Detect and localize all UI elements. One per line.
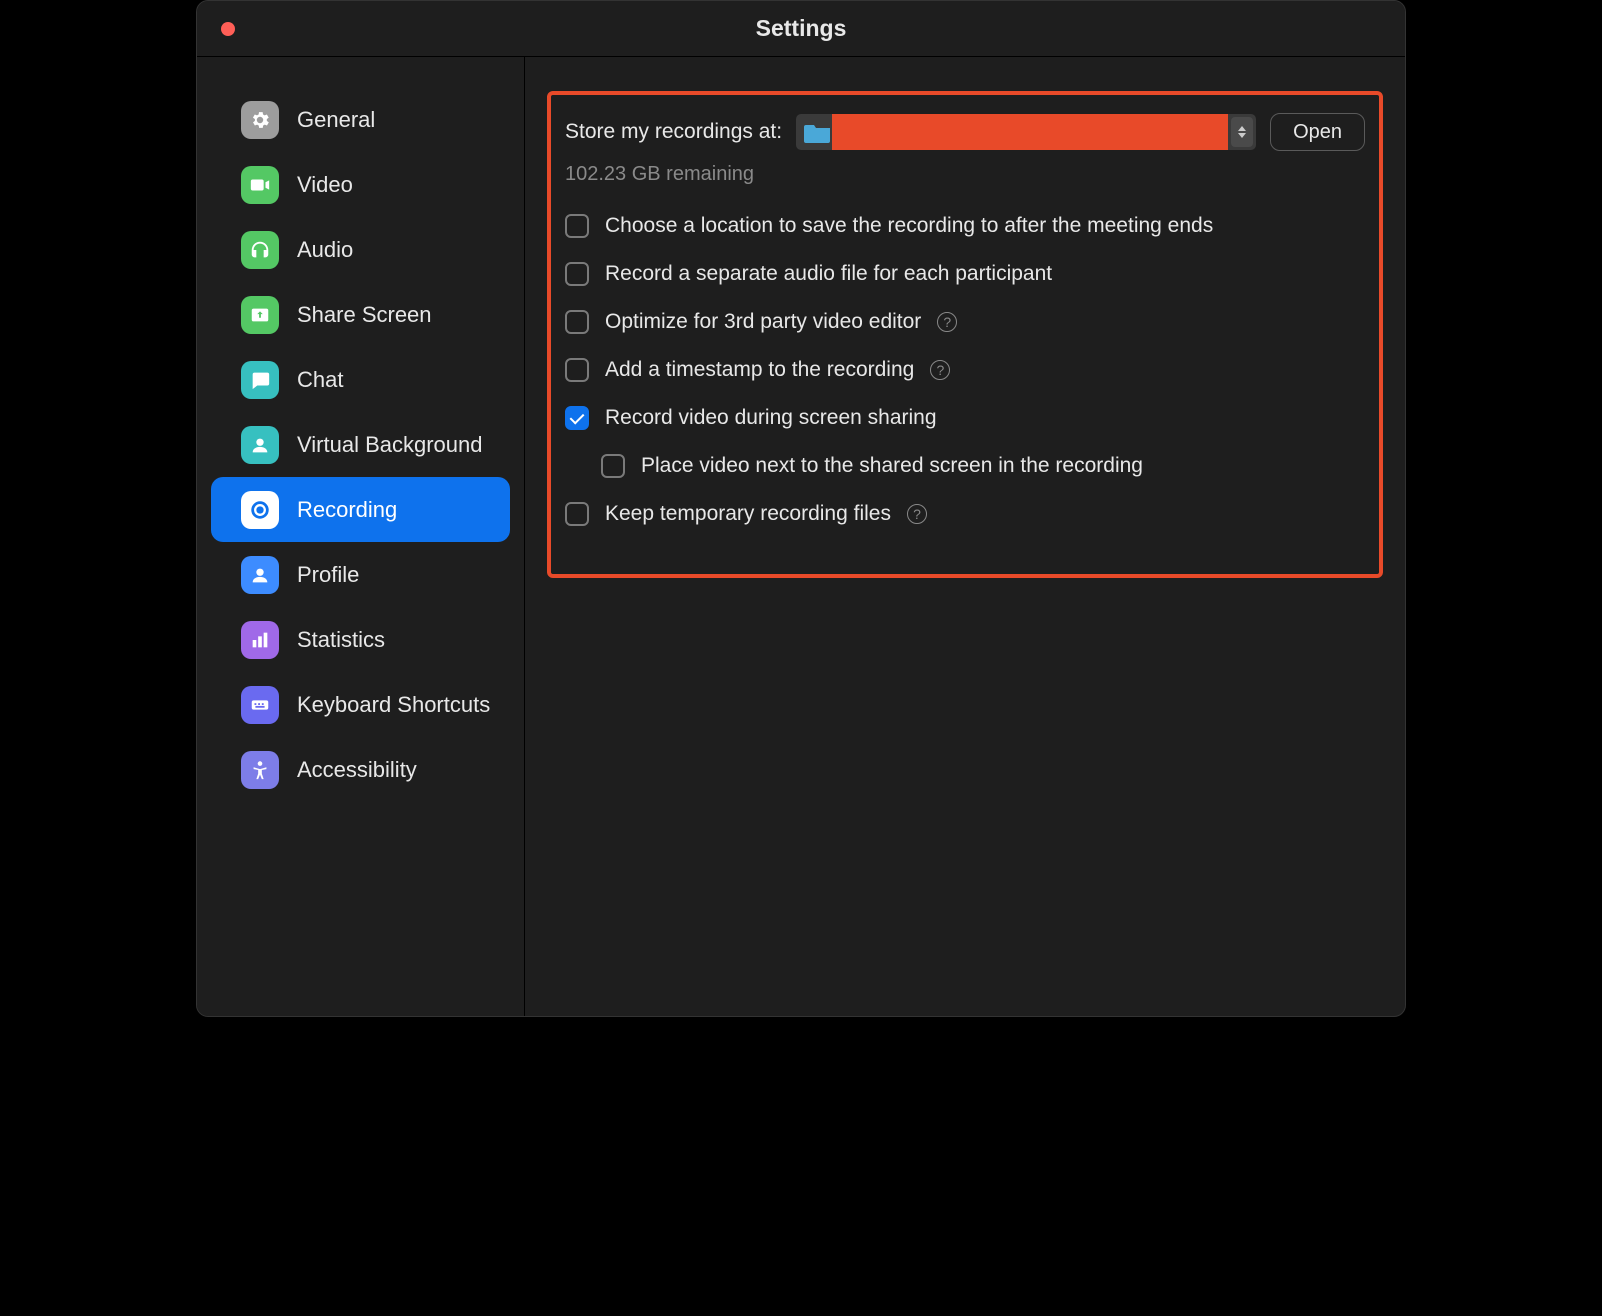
sidebar-item-label: Recording — [297, 497, 397, 523]
folder-icon — [804, 121, 832, 143]
video-icon — [241, 166, 279, 204]
close-window-button[interactable] — [221, 22, 235, 36]
option-label: Place video next to the shared screen in… — [641, 454, 1143, 478]
option-keep-temp-files[interactable]: Keep temporary recording files ? — [565, 502, 1365, 526]
sidebar-item-general[interactable]: General — [211, 87, 510, 152]
recording-settings-highlight: Store my recordings at: Open 102.23 GB r… — [547, 91, 1383, 578]
checkbox[interactable] — [601, 454, 625, 478]
sidebar-item-label: Virtual Background — [297, 432, 483, 458]
gear-icon — [241, 101, 279, 139]
recording-path-dropdown[interactable] — [796, 114, 1256, 150]
sidebar-item-label: Video — [297, 172, 353, 198]
checkbox[interactable] — [565, 406, 589, 430]
option-record-video-sharing[interactable]: Record video during screen sharing — [565, 406, 1365, 430]
sidebar-item-label: Audio — [297, 237, 353, 263]
sidebar-item-label: General — [297, 107, 375, 133]
settings-window: Settings General Video Audio — [196, 0, 1406, 1017]
option-label: Record video during screen sharing — [605, 406, 937, 430]
help-icon[interactable]: ? — [907, 504, 927, 524]
sidebar-item-keyboard-shortcuts[interactable]: Keyboard Shortcuts — [211, 672, 510, 737]
sidebar-item-accessibility[interactable]: Accessibility — [211, 737, 510, 802]
checkbox[interactable] — [565, 502, 589, 526]
checkbox[interactable] — [565, 310, 589, 334]
option-optimize-3rd-party[interactable]: Optimize for 3rd party video editor ? — [565, 310, 1365, 334]
sidebar: General Video Audio Share Screen — [197, 57, 525, 1016]
sidebar-item-label: Statistics — [297, 627, 385, 653]
open-folder-button[interactable]: Open — [1270, 113, 1365, 151]
checkbox[interactable] — [565, 214, 589, 238]
help-icon[interactable]: ? — [937, 312, 957, 332]
settings-panel: Store my recordings at: Open 102.23 GB r… — [525, 57, 1405, 1016]
sidebar-item-audio[interactable]: Audio — [211, 217, 510, 282]
window-body: General Video Audio Share Screen — [197, 57, 1405, 1016]
checkbox[interactable] — [565, 262, 589, 286]
option-label: Record a separate audio file for each pa… — [605, 262, 1052, 286]
chat-icon — [241, 361, 279, 399]
statistics-icon — [241, 621, 279, 659]
option-separate-audio[interactable]: Record a separate audio file for each pa… — [565, 262, 1365, 286]
profile-icon — [241, 556, 279, 594]
sidebar-item-profile[interactable]: Profile — [211, 542, 510, 607]
checkbox[interactable] — [565, 358, 589, 382]
option-label: Keep temporary recording files — [605, 502, 891, 526]
headphones-icon — [241, 231, 279, 269]
dropdown-stepper-icon — [1231, 117, 1253, 147]
storage-remaining-label: 102.23 GB remaining — [565, 163, 1365, 186]
sidebar-item-label: Keyboard Shortcuts — [297, 692, 490, 718]
option-add-timestamp[interactable]: Add a timestamp to the recording ? — [565, 358, 1365, 382]
option-label: Optimize for 3rd party video editor — [605, 310, 921, 334]
sidebar-item-statistics[interactable]: Statistics — [211, 607, 510, 672]
option-choose-location[interactable]: Choose a location to save the recording … — [565, 214, 1365, 238]
keyboard-icon — [241, 686, 279, 724]
help-icon[interactable]: ? — [930, 360, 950, 380]
share-screen-icon — [241, 296, 279, 334]
recording-path-redacted — [832, 114, 1228, 150]
virtual-background-icon — [241, 426, 279, 464]
sidebar-item-chat[interactable]: Chat — [211, 347, 510, 412]
option-label: Add a timestamp to the recording — [605, 358, 914, 382]
sidebar-item-label: Accessibility — [297, 757, 417, 783]
sidebar-item-virtual-background[interactable]: Virtual Background — [211, 412, 510, 477]
sidebar-item-label: Chat — [297, 367, 343, 393]
recording-icon — [241, 491, 279, 529]
sidebar-item-video[interactable]: Video — [211, 152, 510, 217]
accessibility-icon — [241, 751, 279, 789]
sidebar-item-share-screen[interactable]: Share Screen — [211, 282, 510, 347]
window-title: Settings — [197, 15, 1405, 42]
option-label: Choose a location to save the recording … — [605, 214, 1213, 238]
sidebar-item-recording[interactable]: Recording — [211, 477, 510, 542]
titlebar: Settings — [197, 1, 1405, 57]
store-location-row: Store my recordings at: Open — [565, 113, 1365, 151]
option-place-video-next-to-screen[interactable]: Place video next to the shared screen in… — [601, 454, 1365, 478]
store-location-label: Store my recordings at: — [565, 120, 782, 144]
sidebar-item-label: Profile — [297, 562, 359, 588]
sidebar-item-label: Share Screen — [297, 302, 432, 328]
